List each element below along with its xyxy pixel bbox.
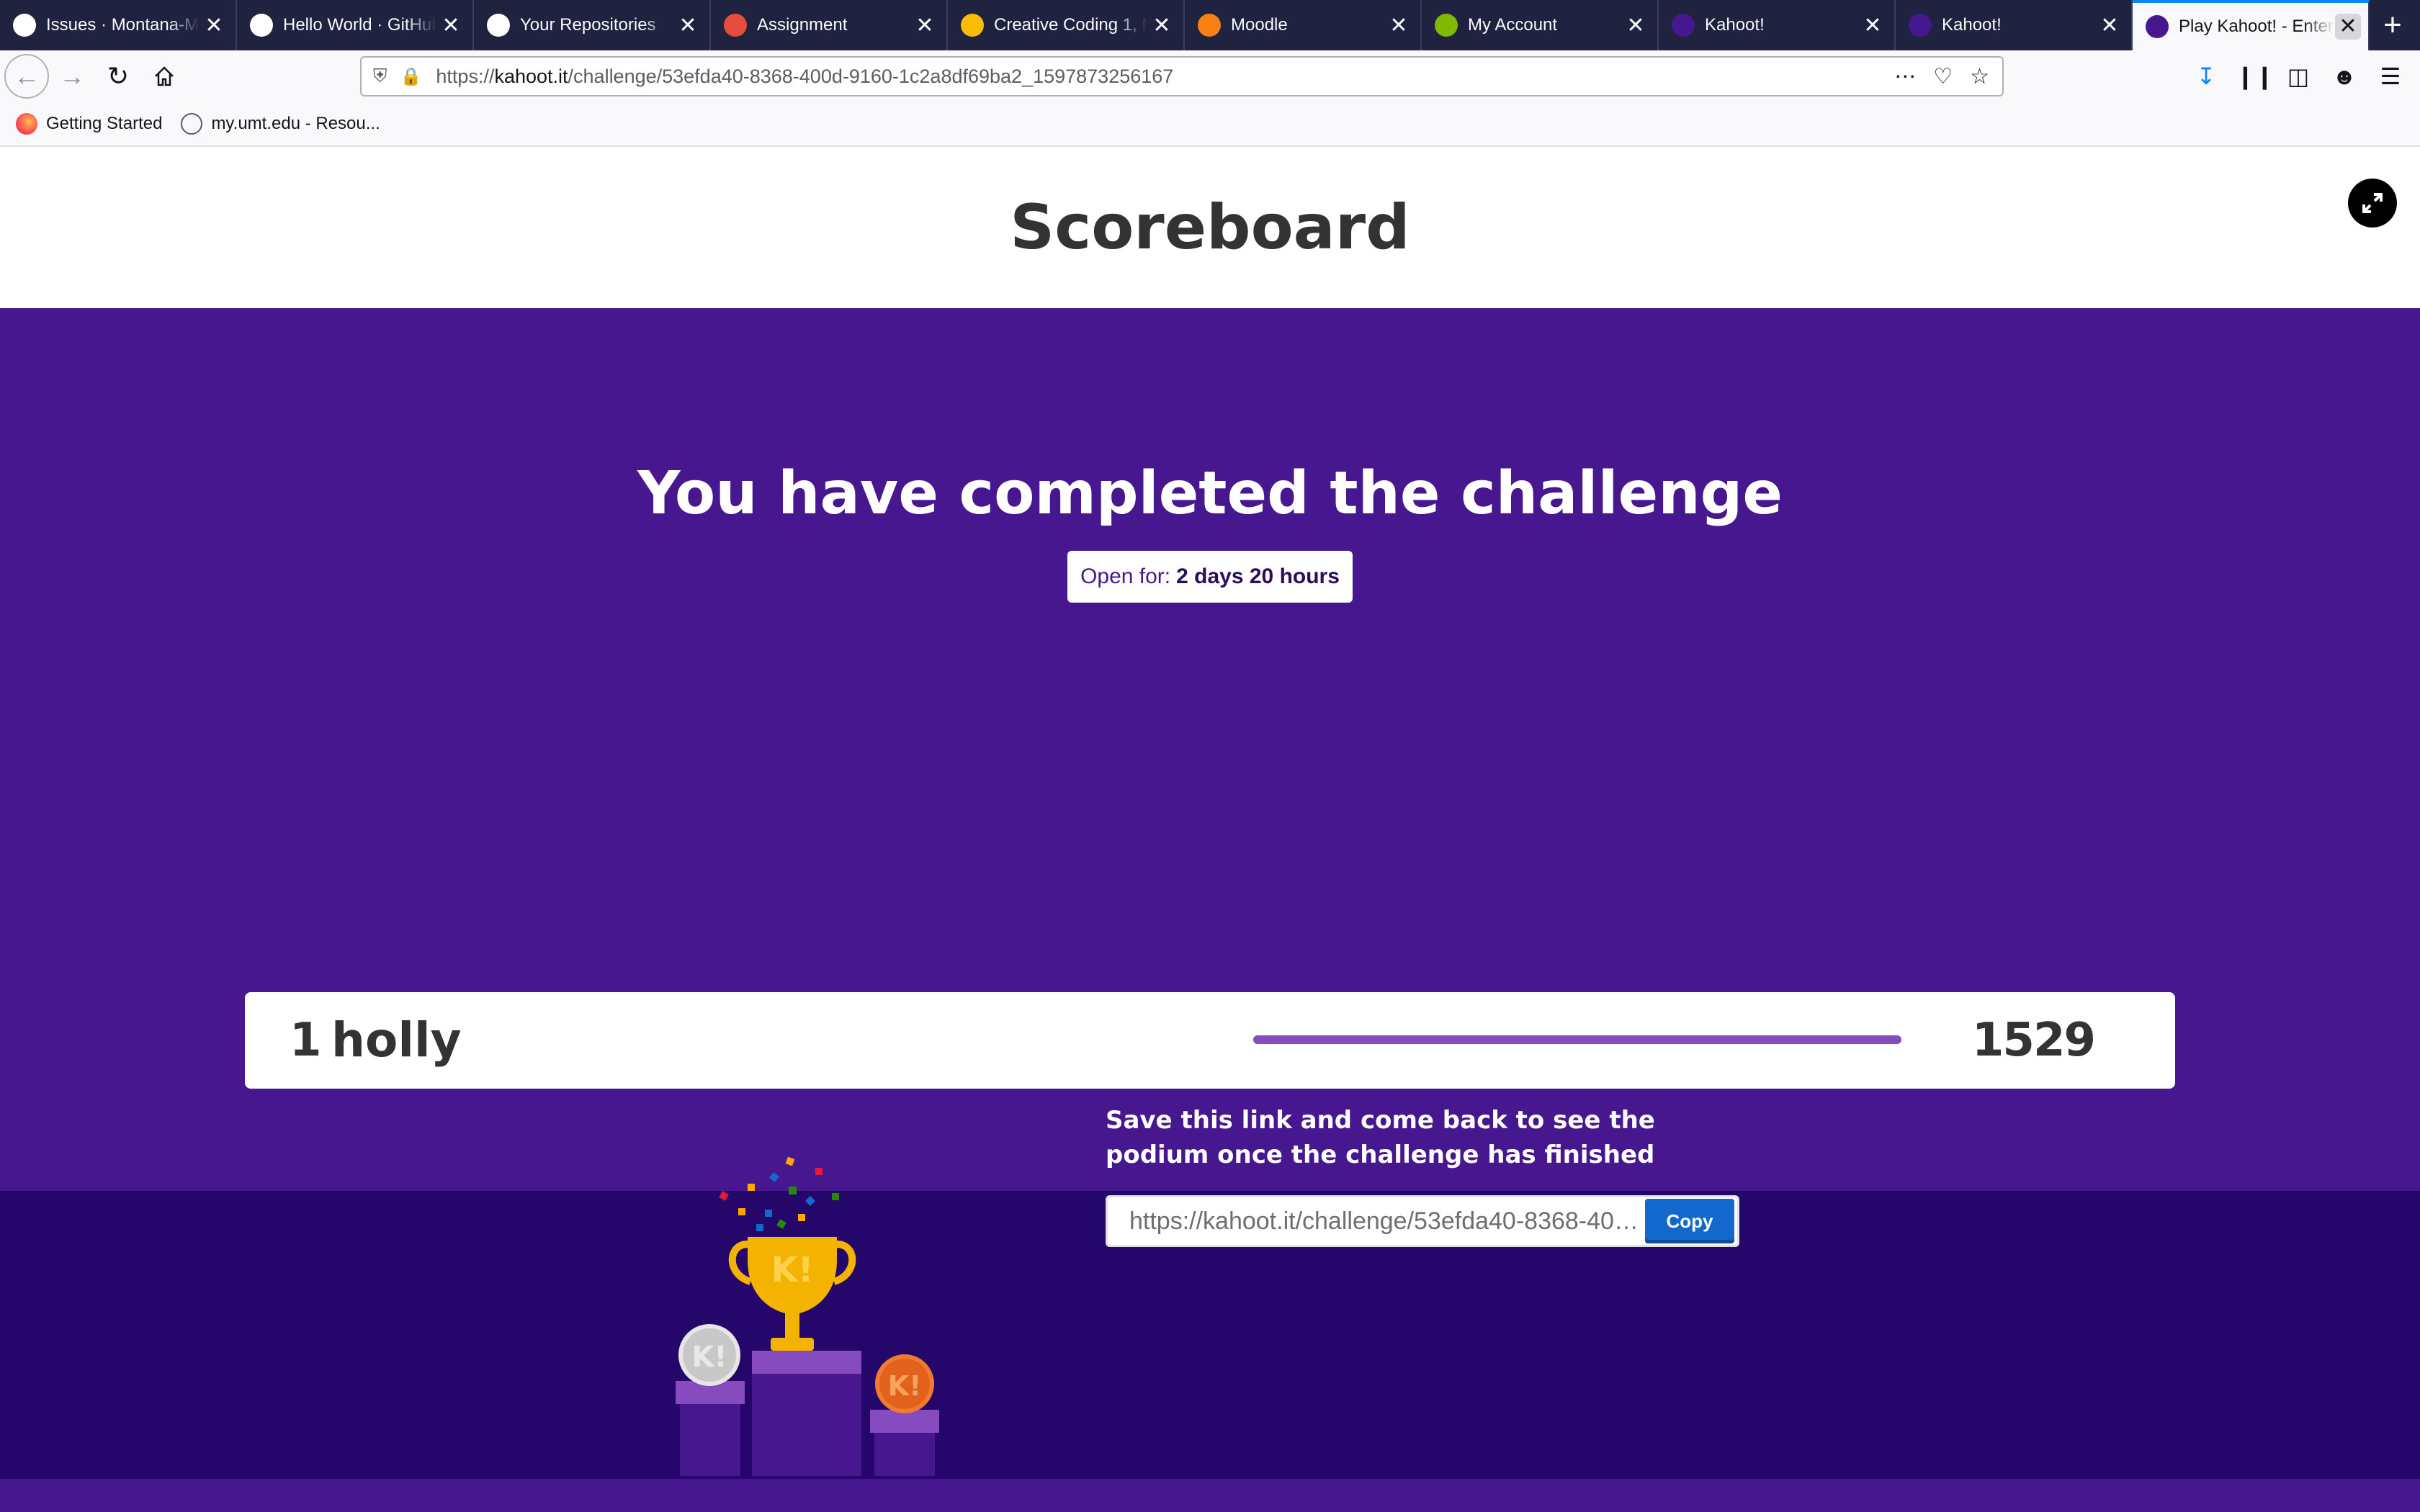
player-score: 1529 bbox=[1971, 1014, 2096, 1067]
close-tab-icon[interactable]: ✕ bbox=[2095, 13, 2124, 38]
drive-icon bbox=[961, 14, 984, 37]
bookmark-getting-started[interactable]: Getting Started bbox=[16, 113, 162, 135]
close-tab-icon[interactable]: ✕ bbox=[1858, 13, 1887, 38]
browser-tab[interactable]: Moodle ✕ bbox=[1185, 0, 1422, 50]
tab-title: Kahoot! bbox=[1705, 15, 1765, 35]
tab-title: Kahoot! bbox=[1942, 15, 2002, 35]
browser-tab[interactable]: My Account ✕ bbox=[1422, 0, 1659, 50]
close-tab-icon[interactable]: ✕ bbox=[436, 13, 465, 38]
browser-tab[interactable]: Kahoot! ✕ bbox=[1659, 0, 1896, 50]
pocket-icon[interactable]: ♡ bbox=[1933, 64, 1953, 89]
url-path: /challenge/53efda40-8368-400d-9160-1c2a8… bbox=[568, 65, 1174, 87]
open-for-badge: Open for: 2 days 20 hours bbox=[1067, 551, 1353, 603]
fullscreen-button[interactable] bbox=[2348, 179, 2397, 228]
bookmark-my-umt[interactable]: my.umt.edu - Resou... bbox=[181, 113, 380, 135]
player-name: holly bbox=[331, 1012, 462, 1068]
player-score-row: 1 holly 1529 bbox=[245, 992, 2175, 1089]
page-title: Scoreboard bbox=[1010, 192, 1410, 264]
completion-heading: You have completed the challenge bbox=[637, 459, 1783, 528]
challenge-link-input[interactable] bbox=[1108, 1207, 1645, 1236]
tab-title: Issues · Montana-Media-Arts bbox=[46, 15, 200, 35]
close-tab-icon[interactable]: ✕ bbox=[200, 13, 228, 38]
trophy-icon: K! bbox=[728, 1237, 856, 1351]
firefox-icon bbox=[16, 113, 37, 135]
tab-title: Your Repositories bbox=[520, 15, 656, 35]
silver-medal-icon: K! bbox=[678, 1324, 740, 1386]
browser-tab[interactable]: Assignment ✕ bbox=[711, 0, 948, 50]
open-for-label: Open for: bbox=[1080, 564, 1171, 588]
github-icon bbox=[250, 14, 273, 37]
navigation-toolbar: ← → ↻ ⛨ 🔒 https://kahoot.it/challenge/53… bbox=[0, 50, 2420, 102]
tab-title: Hello World · GitHub bbox=[283, 15, 436, 35]
tab-title: Moodle bbox=[1231, 15, 1288, 35]
address-bar[interactable]: ⛨ 🔒 https://kahoot.it/challenge/53efda40… bbox=[360, 56, 2004, 96]
browser-tab[interactable]: Your Repositories ✕ bbox=[474, 0, 711, 50]
back-button[interactable]: ← bbox=[4, 54, 49, 99]
power-icon bbox=[724, 14, 747, 37]
close-tab-icon[interactable]: ✕ bbox=[910, 13, 939, 38]
forward-button[interactable]: → bbox=[49, 53, 95, 99]
close-tab-icon[interactable]: ✕ bbox=[1147, 13, 1176, 38]
bookmark-star-icon[interactable]: ☆ bbox=[1970, 64, 1989, 89]
browser-tab[interactable]: Creative Coding 1, M ✕ bbox=[948, 0, 1185, 50]
tab-title: Creative Coding 1, M bbox=[994, 15, 1147, 35]
close-tab-icon[interactable]: ✕ bbox=[1384, 13, 1413, 38]
github-icon bbox=[13, 14, 36, 37]
github-icon bbox=[487, 14, 510, 37]
kahoot-page: Scoreboard You have completed the challe… bbox=[0, 147, 2420, 1512]
url-scheme: https:// bbox=[436, 65, 495, 87]
new-tab-button[interactable]: + bbox=[2370, 0, 2416, 50]
svg-text:K!: K! bbox=[771, 1250, 813, 1290]
reload-button[interactable]: ↻ bbox=[95, 53, 141, 99]
account-icon[interactable]: ☻ bbox=[2328, 63, 2361, 90]
library-icon[interactable]: ❙❙ bbox=[2236, 63, 2275, 90]
sidebar-icon[interactable]: ◫ bbox=[2282, 63, 2315, 90]
confetti-icon bbox=[719, 1156, 839, 1231]
challenge-link-box: Copy bbox=[1106, 1195, 1739, 1247]
kahoot-icon bbox=[1672, 14, 1695, 37]
tab-title: Play Kahoot! - Enter game PIN here! bbox=[2179, 17, 2335, 36]
svg-text:K!: K! bbox=[888, 1370, 922, 1402]
downloads-icon[interactable]: ↧ bbox=[2190, 63, 2223, 90]
podium-trophy-illustration: K! K! K! bbox=[676, 1156, 939, 1476]
globe-icon bbox=[181, 113, 203, 135]
close-tab-icon[interactable]: ✕ bbox=[673, 13, 702, 38]
home-button[interactable] bbox=[141, 53, 187, 99]
browser-tab[interactable]: Kahoot! ✕ bbox=[1896, 0, 2133, 50]
url-host: kahoot.it bbox=[494, 65, 568, 87]
bookmark-label: my.umt.edu - Resou... bbox=[211, 114, 380, 133]
score-progress-fill bbox=[1253, 1035, 1901, 1044]
tracking-shield-icon[interactable]: ⛨ bbox=[373, 65, 387, 88]
bronze-medal-icon: K! bbox=[875, 1354, 934, 1413]
player-rank: 1 bbox=[290, 1014, 322, 1067]
tab-title: My Account bbox=[1468, 15, 1558, 35]
page-actions-icon[interactable]: ⋯ bbox=[1894, 64, 1916, 89]
bookmarks-toolbar: Getting Started my.umt.edu - Resou... bbox=[0, 102, 2420, 147]
home-icon bbox=[155, 66, 174, 86]
footer-strip bbox=[0, 1479, 2420, 1512]
tab-strip: Issues · Montana-Media-Arts✕Hello World … bbox=[0, 0, 2420, 50]
url-text[interactable]: https://kahoot.it/challenge/53efda40-836… bbox=[436, 66, 1894, 88]
browser-tab[interactable]: Play Kahoot! - Enter game PIN here!✕ bbox=[2133, 0, 2370, 50]
menu-icon[interactable]: ☰ bbox=[2374, 63, 2407, 90]
challenge-results-panel: You have completed the challenge Open fo… bbox=[0, 308, 2420, 1191]
scoreboard-header: Scoreboard bbox=[0, 147, 2420, 308]
score-progress-bar bbox=[1253, 1035, 1901, 1044]
close-tab-icon[interactable]: ✕ bbox=[2335, 14, 2361, 40]
lock-icon[interactable]: 🔒 bbox=[400, 66, 422, 87]
browser-tab[interactable]: Issues · Montana-Media-Arts✕ bbox=[0, 0, 237, 50]
close-tab-icon[interactable]: ✕ bbox=[1621, 13, 1650, 38]
open-for-value: 2 days 20 hours bbox=[1176, 564, 1340, 588]
moodle-icon bbox=[1198, 14, 1221, 37]
save-link-message: Save this link and come back to see the … bbox=[1106, 1106, 1655, 1169]
browser-tab[interactable]: Hello World · GitHub ✕ bbox=[237, 0, 474, 50]
kahoot-icon bbox=[2146, 15, 2169, 38]
copy-link-button[interactable]: Copy bbox=[1645, 1199, 1734, 1243]
expand-icon bbox=[2362, 193, 2383, 213]
kahoot-icon bbox=[1909, 14, 1932, 37]
tab-title: Assignment bbox=[757, 15, 848, 35]
bookmark-label: Getting Started bbox=[46, 114, 163, 133]
svg-text:K!: K! bbox=[691, 1341, 727, 1374]
microsoft-icon bbox=[1435, 14, 1458, 37]
